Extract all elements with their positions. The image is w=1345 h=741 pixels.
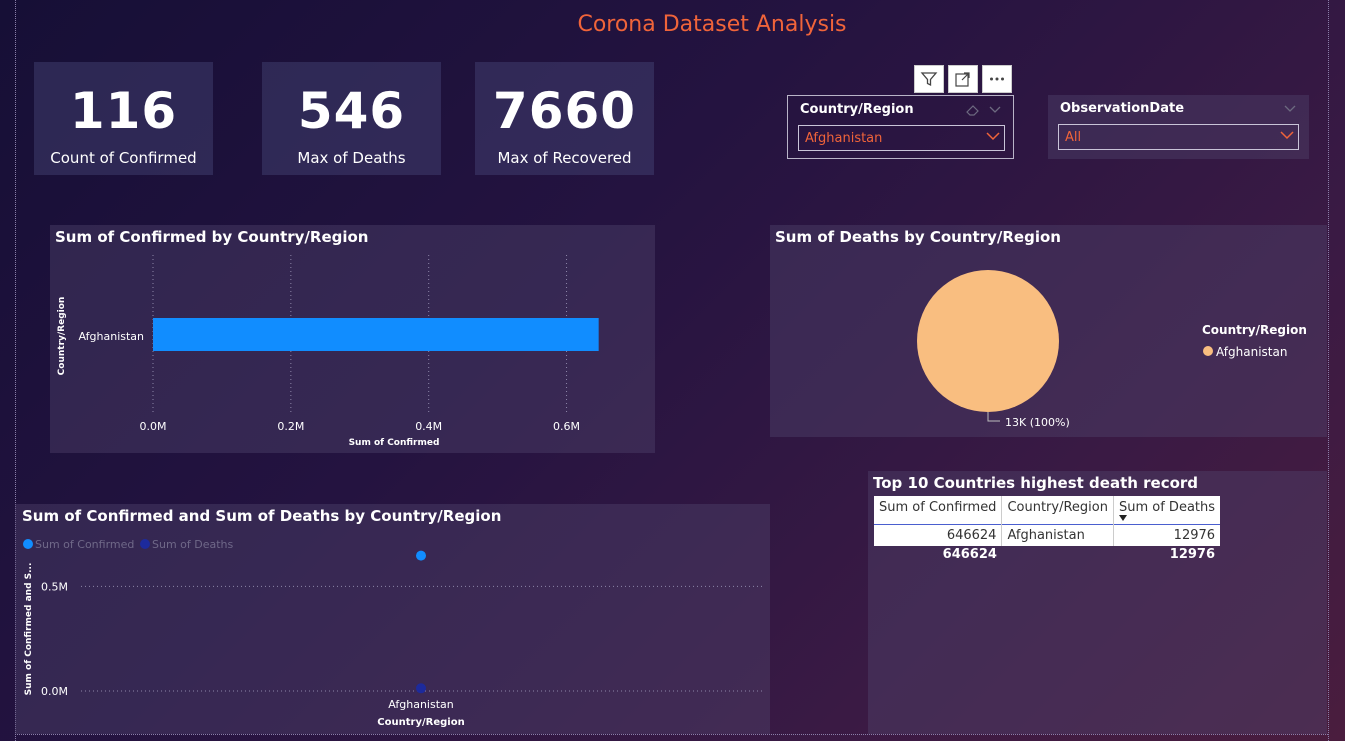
table-total-row: 646624 12976	[874, 546, 1220, 563]
legend-title: Country/Region	[1202, 323, 1307, 337]
table-row[interactable]: 646624 Afghanistan 12976	[874, 524, 1221, 546]
focus-mode-icon	[955, 72, 970, 87]
legend-marker-deaths	[140, 539, 150, 549]
table-title: Top 10 Countries highest death record	[873, 474, 1199, 492]
bar-chart-svg: Afghanistan Country/Region Sum of Confir…	[57, 255, 599, 448]
legend-item-deaths[interactable]: Sum of Deaths	[152, 538, 234, 551]
filter-icon	[920, 72, 938, 87]
canvas-border-right	[1328, 0, 1329, 741]
table-header-row: Sum of Confirmed Country/Region Sum of D…	[874, 496, 1221, 525]
point-confirmed-afghanistan[interactable]	[416, 550, 426, 561]
pie-chart-svg: 13K (100%) Country/Region Afghanistan	[917, 270, 1307, 429]
report-canvas: Corona Dataset Analysis 116 Count of Con…	[0, 0, 1345, 741]
focus-mode-button[interactable]	[948, 65, 978, 93]
top10-table-visual[interactable]: Top 10 Countries highest death record Su…	[868, 471, 1327, 734]
bar-afghanistan[interactable]	[153, 318, 599, 351]
card-label: Count of Confirmed	[50, 149, 197, 167]
x-axis-title: Sum of Confirmed	[349, 438, 440, 448]
chevron-down-icon[interactable]	[989, 106, 1001, 114]
canvas-border-bottom	[15, 734, 1328, 735]
bar-chart-visual[interactable]: Sum of Confirmed by Country/Region Afgha…	[50, 225, 655, 453]
y-tick-label: Afghanistan	[79, 330, 145, 343]
cell-country: Afghanistan	[1001, 524, 1114, 546]
visual-header-toolbar	[914, 65, 1012, 93]
x-axis-title: Country/Region	[377, 717, 464, 728]
column-header[interactable]: Country/Region	[1001, 496, 1114, 525]
x-tick-label: 0.4M	[415, 420, 442, 433]
chevron-down-icon	[1280, 131, 1294, 140]
table-wrapper: Sum of Confirmed Country/Region Sum of D…	[874, 496, 1221, 563]
scatter-chart-visual[interactable]: Sum of Confirmed and Sum of Deaths by Co…	[15, 504, 770, 734]
filter-button[interactable]	[914, 65, 944, 93]
y-tick-label: 0.5M	[41, 580, 68, 593]
slicer-title: ObservationDate	[1060, 101, 1185, 116]
chevron-down-icon[interactable]	[1284, 105, 1296, 113]
y-axis-title: Country/Region	[57, 297, 67, 376]
legend-marker-confirmed	[23, 539, 33, 549]
pie-slice-afghanistan[interactable]	[917, 270, 1059, 412]
more-options-button[interactable]	[982, 65, 1012, 93]
country-region-slicer[interactable]: Country/Region Afghanistan	[787, 95, 1014, 159]
dropdown-value: Afghanistan	[805, 131, 883, 146]
column-header-label: Sum of Deaths	[1118, 500, 1216, 515]
legend-marker	[1203, 346, 1213, 356]
country-dropdown[interactable]: Afghanistan	[798, 125, 1005, 151]
cell-deaths: 12976	[1173, 528, 1216, 543]
sort-descending-icon	[1118, 515, 1127, 521]
y-tick-label: 0.0M	[41, 685, 68, 698]
card-value: 7660	[492, 82, 637, 140]
scatter-chart-svg: Sum of Confirmed Sum of Deaths 0.0M0.5M …	[23, 538, 763, 728]
slicer-title: Country/Region	[800, 102, 914, 117]
card-count-confirmed[interactable]: 116 Count of Confirmed	[34, 62, 213, 175]
card-max-recovered[interactable]: 7660 Max of Recovered	[475, 62, 654, 175]
total-country	[1002, 546, 1114, 563]
legend-item-confirmed[interactable]: Sum of Confirmed	[35, 538, 134, 551]
dropdown-value: All	[1065, 130, 1082, 145]
column-header[interactable]: Sum of Confirmed	[874, 496, 1003, 525]
total-deaths: 12976	[1169, 547, 1216, 562]
card-value: 116	[69, 82, 178, 140]
pie-chart-visual[interactable]: Sum of Deaths by Country/Region 13K (100…	[770, 225, 1327, 437]
chevron-down-icon	[986, 132, 1000, 141]
x-tick-label: 0.0M	[140, 420, 167, 433]
data-table: Sum of Confirmed Country/Region Sum of D…	[874, 496, 1221, 563]
legend-item[interactable]: Afghanistan	[1216, 345, 1287, 359]
card-label: Max of Recovered	[497, 149, 632, 167]
date-dropdown[interactable]: All	[1058, 124, 1299, 150]
card-label: Max of Deaths	[297, 149, 406, 167]
column-header-sorted[interactable]: Sum of Deaths	[1113, 496, 1220, 525]
observation-date-slicer[interactable]: ObservationDate All	[1048, 95, 1309, 159]
more-options-icon	[990, 77, 1004, 81]
card-value: 546	[297, 82, 406, 140]
point-deaths-afghanistan[interactable]	[416, 683, 426, 694]
page-title: Corona Dataset Analysis	[577, 12, 847, 37]
cell-confirmed: 646624	[874, 524, 1003, 546]
data-label-leader	[987, 412, 1000, 422]
total-confirmed: 646624	[942, 547, 997, 562]
pie-data-label: 13K (100%)	[1005, 416, 1070, 429]
card-max-deaths[interactable]: 546 Max of Deaths	[262, 62, 441, 175]
x-tick-label: 0.6M	[553, 420, 580, 433]
x-tick-label: 0.2M	[277, 420, 304, 433]
eraser-icon[interactable]	[965, 103, 981, 117]
x-tick-label: Afghanistan	[388, 698, 454, 711]
y-axis-title: Sum of Confirmed and S...	[24, 563, 34, 696]
